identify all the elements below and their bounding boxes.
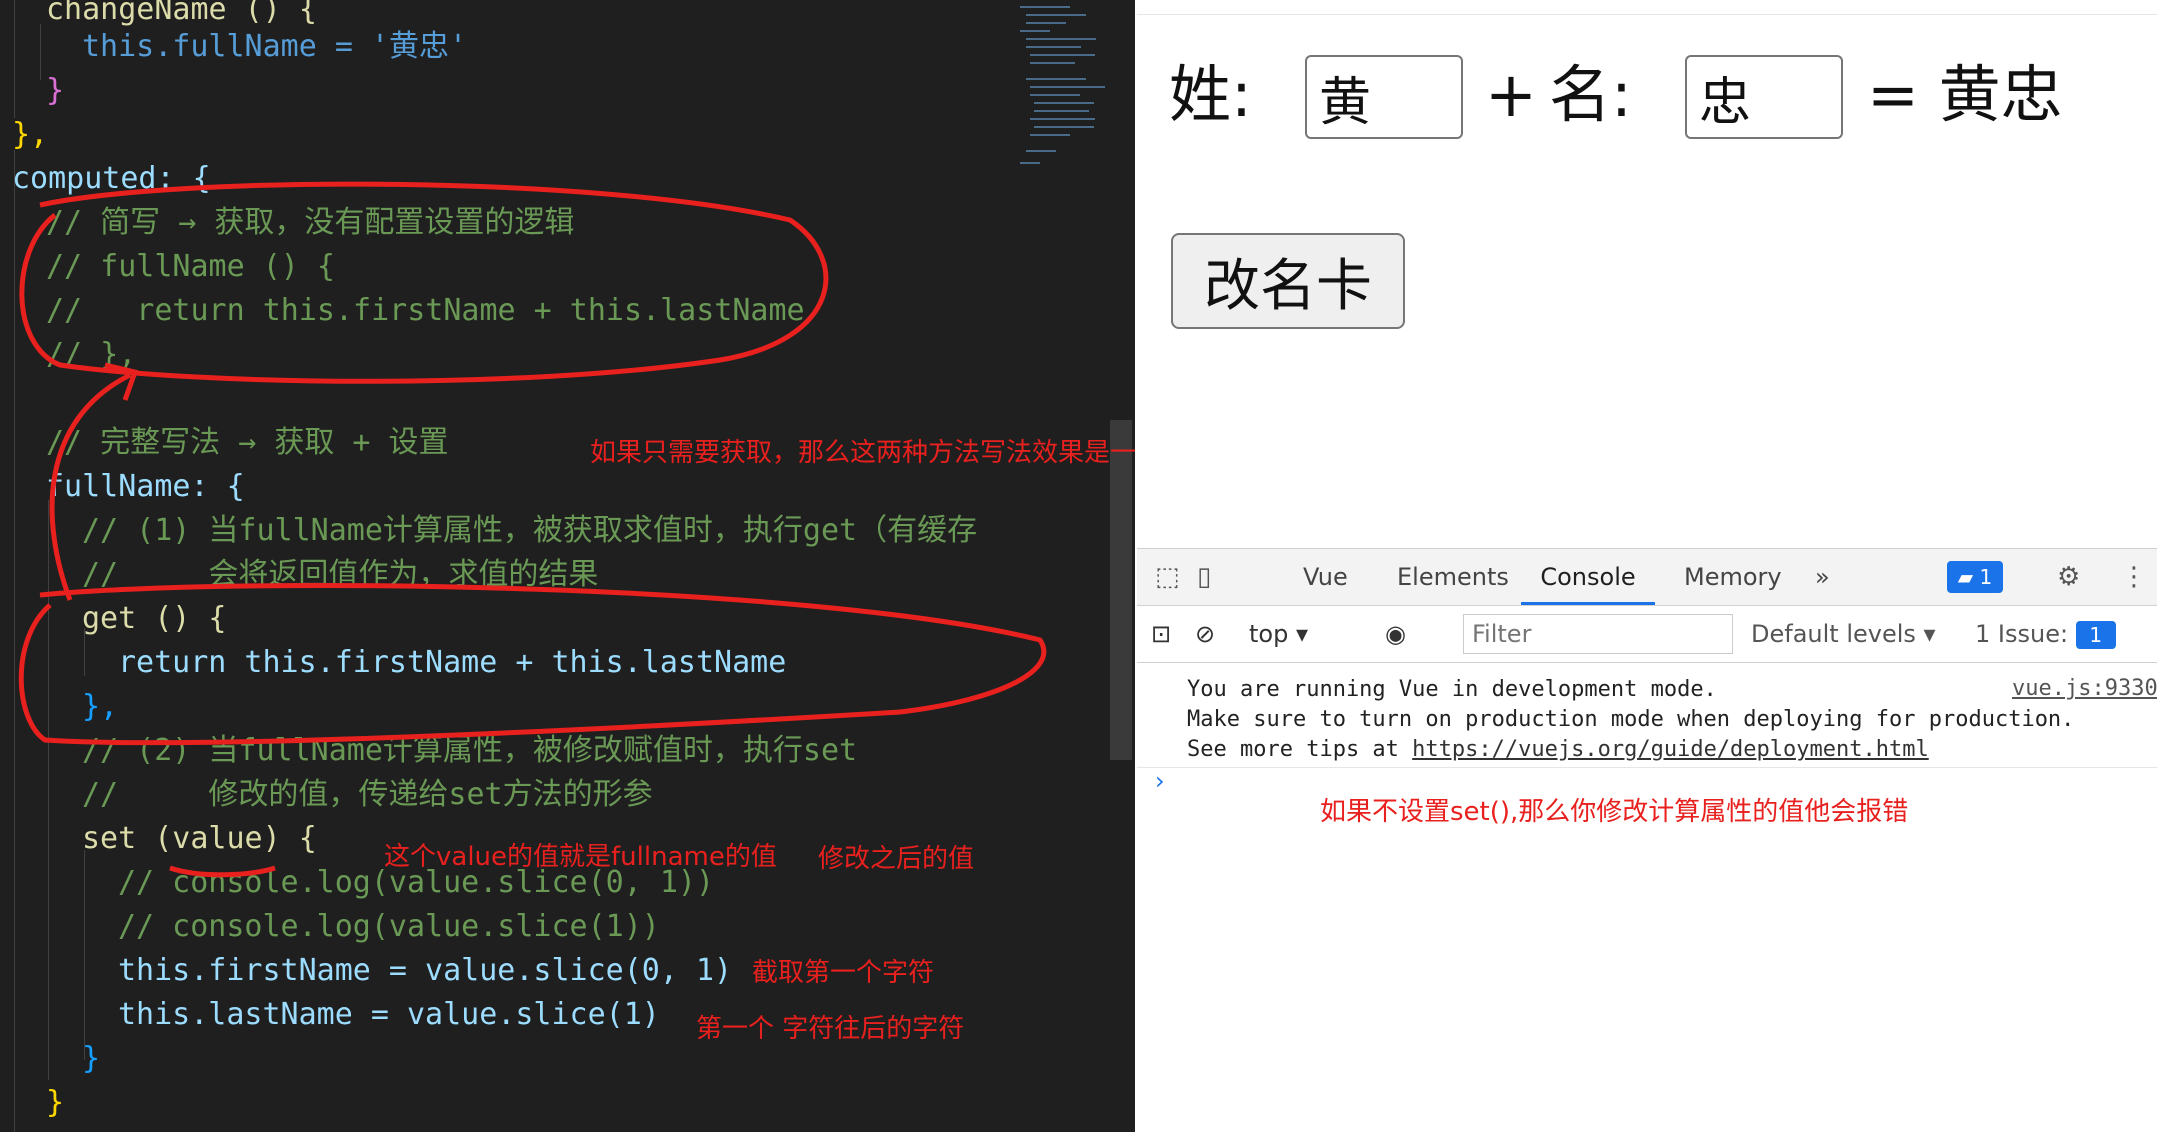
more-tabs-button[interactable]: » bbox=[1815, 549, 1830, 605]
clear-console-icon[interactable]: ⊘ bbox=[1195, 606, 1215, 662]
tab-elements[interactable]: Elements bbox=[1397, 549, 1509, 605]
given-name-label: 名: bbox=[1549, 58, 1632, 131]
code-line: // console.log(value.slice(1)) bbox=[118, 909, 660, 944]
code-line: // 修改的值，传递给set方法的形参 bbox=[82, 777, 653, 812]
issues-counter[interactable]: 1 Issue: 1 bbox=[1975, 606, 2116, 662]
console-prompt-icon[interactable]: › bbox=[1155, 767, 1165, 795]
code-line: } bbox=[46, 1085, 65, 1120]
code-line: set (value) { bbox=[82, 821, 317, 856]
annotation-set-error: 如果不设置set(),那么你修改计算属性的值他会报错 bbox=[1320, 797, 1909, 827]
sidebar-toggle-icon[interactable]: ⊡ bbox=[1151, 606, 1171, 662]
divider bbox=[1137, 767, 2157, 768]
code-line: this.lastName = value.slice(1) bbox=[118, 997, 660, 1032]
console-toolbar: ⊡ ⊘ top ▾ ◉ Default levels ▾ 1 Issue: 1 bbox=[1137, 606, 2157, 663]
console-message-line-3: See more tips at https://vuejs.org/guide… bbox=[1187, 737, 1929, 762]
code-line: // fullName () { bbox=[46, 249, 335, 284]
code-editor[interactable]: changeName () { this.fullName = '黄忠' } }… bbox=[0, 0, 1135, 1132]
code-line: this.firstName = value.slice(0, 1) bbox=[118, 953, 733, 988]
code-line: // return this.firstName + this.lastName bbox=[46, 293, 805, 328]
indent-guide bbox=[84, 850, 85, 1060]
issues-badge: 1 bbox=[2075, 621, 2116, 649]
devtools-panel: ⬚ ▯ Vue Elements Console Memory » ▰ 1 ⚙ … bbox=[1137, 548, 2157, 1133]
minimap[interactable] bbox=[1020, 0, 1110, 175]
log-levels-select[interactable]: Default levels ▾ bbox=[1751, 606, 1936, 662]
chevron-down-icon: ▾ bbox=[1923, 620, 1936, 648]
surname-input[interactable] bbox=[1305, 55, 1463, 139]
tab-console[interactable]: Console bbox=[1521, 549, 1655, 605]
browser-viewport: 姓: + 名: = 黄忠 改名卡 ⬚ ▯ Vue Elements Consol… bbox=[1137, 0, 2157, 1133]
surname-label: 姓: bbox=[1169, 58, 1252, 131]
console-source-link[interactable]: vue.js:9330 bbox=[2012, 676, 2157, 701]
tab-vue[interactable]: Vue bbox=[1303, 549, 1348, 605]
full-name-result: = 黄忠 bbox=[1867, 58, 2063, 131]
code-line: // 会将返回值作为，求值的结果 bbox=[82, 557, 599, 592]
console-message-line-2: Make sure to turn on production mode whe… bbox=[1187, 707, 2075, 732]
console-message-line-1: You are running Vue in development mode. bbox=[1187, 677, 1717, 702]
message-icon: ▰ bbox=[1957, 565, 1980, 589]
code-line: } bbox=[82, 1041, 101, 1076]
tab-memory[interactable]: Memory bbox=[1684, 549, 1782, 605]
device-toolbar-icon[interactable]: ▯ bbox=[1197, 549, 1211, 605]
devtools-tab-bar: ⬚ ▯ Vue Elements Console Memory » ▰ 1 ⚙ … bbox=[1137, 549, 2157, 606]
deployment-guide-link[interactable]: https://vuejs.org/guide/deployment.html bbox=[1412, 737, 1929, 762]
rename-card-button[interactable]: 改名卡 bbox=[1171, 233, 1405, 329]
context-select[interactable]: top ▾ bbox=[1249, 606, 1308, 662]
code-line: fullName: { bbox=[46, 469, 245, 504]
indent-guide bbox=[40, 24, 41, 80]
editor-scrollbar[interactable] bbox=[1110, 420, 1132, 760]
code-line: this.fullName = '黄忠' bbox=[82, 29, 468, 64]
code-line: computed: { bbox=[12, 161, 211, 196]
code-line: }, bbox=[12, 117, 49, 152]
code-line: // (1) 当fullName计算属性，被获取求值时，执行get（有缓存 bbox=[82, 513, 978, 548]
console-filter-input[interactable] bbox=[1463, 614, 1733, 654]
indent-guide bbox=[48, 500, 49, 1080]
annotation-first-char: 截取第一个字符 bbox=[752, 958, 935, 988]
indent-guide bbox=[14, 0, 15, 118]
code-line: }, bbox=[82, 689, 119, 724]
code-line: // }, bbox=[46, 337, 137, 372]
annotation-after-first: 第一个 字符往后的字符 bbox=[696, 1014, 965, 1044]
settings-gear-icon[interactable]: ⚙ bbox=[2057, 549, 2080, 605]
code-line: get () { bbox=[82, 601, 227, 636]
annotation-value-is: 这个value的值就是fullname的值 bbox=[384, 842, 777, 872]
given-name-input[interactable] bbox=[1685, 55, 1843, 139]
more-options-icon[interactable]: ⋮ bbox=[2121, 549, 2147, 605]
annotation-after-change: 修改之后的值 bbox=[818, 844, 975, 874]
code-line: // 完整写法 → 获取 + 设置 bbox=[46, 425, 449, 460]
code-line: // (2) 当fullName计算属性，被修改赋值时，执行set bbox=[82, 733, 858, 768]
plus-sign: + bbox=[1485, 58, 1537, 131]
code-line: return this.firstName + this.lastName bbox=[118, 645, 787, 680]
chevron-down-icon: ▾ bbox=[1295, 620, 1309, 648]
live-expression-eye-icon[interactable]: ◉ bbox=[1385, 606, 1406, 662]
messages-badge[interactable]: ▰ 1 bbox=[1947, 561, 2003, 593]
code-line: // 简写 → 获取，没有配置设置的逻辑 bbox=[46, 205, 575, 240]
inspect-element-icon[interactable]: ⬚ bbox=[1155, 549, 1180, 605]
code-line: } bbox=[46, 73, 65, 108]
divider bbox=[1137, 14, 2157, 15]
annotation-same-effect: 如果只需要获取，那么这两种方法写法效果是一样的 bbox=[590, 438, 1135, 468]
indent-guide bbox=[14, 150, 15, 1132]
